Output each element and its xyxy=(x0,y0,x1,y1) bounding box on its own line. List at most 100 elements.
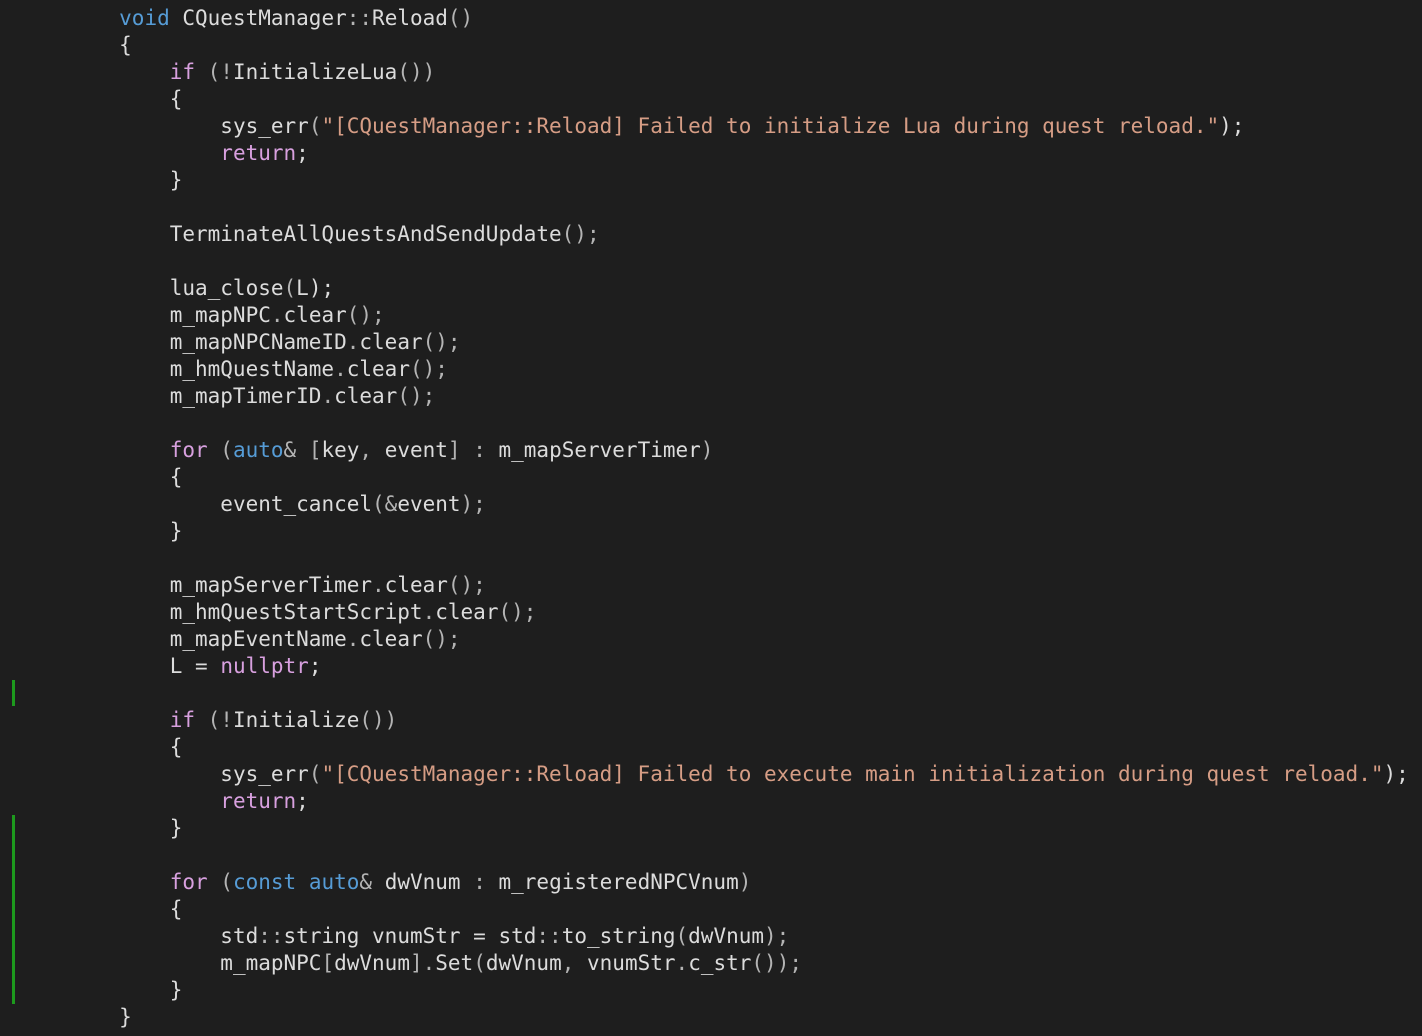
code-token: string xyxy=(283,924,360,948)
code-token: m_mapNPC xyxy=(220,951,322,975)
code-token: L xyxy=(296,276,309,300)
code-token: ); xyxy=(764,924,790,948)
code-token: m_registeredNPCVnum xyxy=(498,870,739,894)
code-token: ); xyxy=(1219,114,1245,138)
code-token: (& xyxy=(372,492,398,516)
code-token: dwVnum xyxy=(384,870,461,894)
code-token: dwVnum xyxy=(334,951,410,975)
code-token: const xyxy=(232,870,297,894)
code-line: if (!Initialize()) xyxy=(18,707,1409,734)
code-line: { xyxy=(18,896,1409,923)
code-token: "[CQuestManager::Reload] Failed to initi… xyxy=(321,114,1220,138)
code-token: Initialize xyxy=(232,708,360,732)
code-token: if xyxy=(169,708,196,732)
code-token: } xyxy=(169,519,183,543)
code-token: nullptr xyxy=(220,654,309,678)
code-line: { xyxy=(18,86,1409,113)
code-token: Reload xyxy=(372,6,448,30)
code-token: std xyxy=(498,924,537,948)
code-token: for xyxy=(169,438,208,462)
code-line: void CQuestManager::Reload() xyxy=(18,5,1409,32)
code-token: . xyxy=(675,951,689,975)
code-token: (); xyxy=(346,303,385,327)
code-token: , xyxy=(561,951,588,975)
code-token: auto xyxy=(308,870,360,894)
code-editor[interactable]: void CQuestManager::Reload() { if (!Init… xyxy=(0,0,1422,1036)
code-token: . xyxy=(422,600,436,624)
code-token: . xyxy=(270,303,284,327)
code-line: m_mapServerTimer.clear(); xyxy=(18,572,1409,599)
code-token: . xyxy=(346,627,360,651)
code-line: } xyxy=(18,977,1409,1004)
code-token: clear xyxy=(384,573,448,597)
code-token: CQuestManager xyxy=(169,6,347,30)
code-line: { xyxy=(18,32,1409,59)
code-token: , xyxy=(359,438,385,462)
code-token: ); xyxy=(460,492,486,516)
code-token: clear xyxy=(283,303,347,327)
code-line: if (!InitializeLua()) xyxy=(18,59,1409,86)
code-token: = xyxy=(182,654,221,678)
change-marker-bar xyxy=(12,815,15,1004)
code-line: { xyxy=(18,464,1409,491)
code-token: (! xyxy=(195,708,233,732)
code-token: ; xyxy=(296,789,309,813)
code-token: ( xyxy=(308,762,322,786)
code-token: clear xyxy=(346,357,410,381)
code-token: dwVnum xyxy=(485,951,562,975)
code-token: } xyxy=(169,978,183,1002)
code-token: clear xyxy=(359,330,423,354)
code-line: m_mapNPCNameID.clear(); xyxy=(18,329,1409,356)
code-token: m_hmQuestName xyxy=(169,357,335,381)
code-token: { xyxy=(119,33,132,57)
code-line: } xyxy=(18,518,1409,545)
code-line: return; xyxy=(18,788,1409,815)
code-token: clear xyxy=(334,384,398,408)
code-lines[interactable]: void CQuestManager::Reload() { if (!Init… xyxy=(18,5,1409,1031)
code-token: ; xyxy=(308,654,322,678)
code-line: L = nullptr; xyxy=(18,653,1409,680)
code-token: { xyxy=(169,735,183,759)
code-line: TerminateAllQuestsAndSendUpdate(); xyxy=(18,221,1409,248)
code-token: ); xyxy=(1383,762,1409,786)
code-token: (! xyxy=(195,60,233,84)
code-line: m_mapNPC[dwVnum].Set(dwVnum, vnumStr.c_s… xyxy=(18,950,1409,977)
code-token: . xyxy=(346,330,360,354)
code-token: ; xyxy=(296,141,309,165)
code-token: event_cancel xyxy=(220,492,373,516)
code-token: dwVnum xyxy=(688,924,765,948)
code-token: :: xyxy=(258,924,284,948)
code-token: m_mapServerTimer xyxy=(498,438,701,462)
code-token: (); xyxy=(409,357,448,381)
code-token: sys_err xyxy=(220,114,309,138)
code-line: } xyxy=(18,167,1409,194)
code-token: L xyxy=(169,654,183,678)
code-token: ]. xyxy=(409,951,436,975)
code-line: m_hmQuestStartScript.clear(); xyxy=(18,599,1409,626)
code-token: "[CQuestManager::Reload] Failed to execu… xyxy=(321,762,1384,786)
code-token: clear xyxy=(435,600,499,624)
code-line: for (const auto& dwVnum : m_registeredNP… xyxy=(18,869,1409,896)
change-marker-bar xyxy=(12,680,15,706)
